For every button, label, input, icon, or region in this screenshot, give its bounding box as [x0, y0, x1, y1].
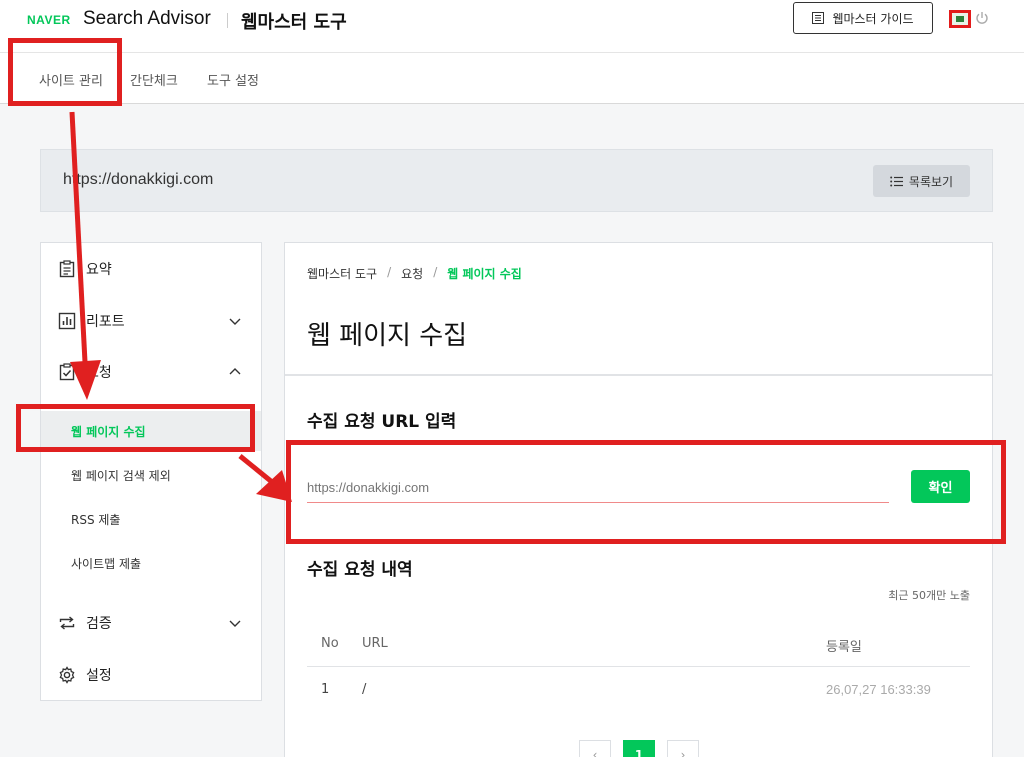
list-view-label: 목록보기 [908, 174, 954, 189]
tab-quick-check[interactable]: 간단체크 [130, 70, 178, 89]
chevron-up-icon [229, 368, 241, 375]
sidebar-item-request[interactable]: 요청 [41, 352, 261, 392]
column-header-url: URL [362, 636, 388, 651]
history-note: 최근 50개만 노출 [888, 589, 970, 602]
guide-button-label: 웹마스터 가이드 [832, 11, 914, 26]
tab-tool-settings[interactable]: 도구 설정 [207, 70, 259, 89]
breadcrumb-item[interactable]: 요청 [401, 265, 423, 282]
clipboard-check-icon [59, 363, 75, 381]
next-page-button[interactable]: › [667, 740, 699, 757]
prev-page-button[interactable]: ‹ [579, 740, 611, 757]
naver-logo[interactable]: NAVER [27, 13, 71, 27]
sidebar-item-verify[interactable]: 검증 [41, 603, 261, 643]
breadcrumb-separator: / [433, 265, 438, 279]
column-header-date: 등록일 [826, 640, 862, 655]
cell-url[interactable]: / [362, 682, 366, 697]
sidebar-item-summary[interactable]: 요약 [41, 249, 261, 289]
cell-date: 26,07,27 16:33:39 [826, 682, 931, 697]
table-row: 1 / 26,07,27 16:33:39 [307, 667, 970, 715]
sidebar-subitem-sitemap[interactable]: 사이트맵 제출 [41, 543, 261, 583]
logo-divider [227, 13, 228, 28]
sidebar-subitem-webpage-collect[interactable]: 웹 페이지 수집 [41, 411, 261, 451]
history-heading: 수집 요청 내역 [307, 560, 413, 580]
bar-chart-icon [58, 312, 76, 330]
sidebar-label-settings: 설정 [86, 668, 112, 684]
avatar-image [956, 16, 964, 22]
repeat-icon [59, 616, 75, 630]
confirm-button[interactable]: 확인 [911, 470, 970, 503]
site-url: https://donakkigi.com [63, 171, 214, 188]
url-input-heading: 수집 요청 URL 입력 [307, 412, 457, 432]
history-table: No URL 등록일 1 / 26,07,27 16:33:39 [307, 621, 970, 715]
sidebar-label-request: 요청 [86, 365, 112, 381]
collect-url-input[interactable] [307, 473, 889, 503]
page-number-button[interactable]: 1 [623, 740, 655, 757]
column-header-no: No [321, 636, 339, 651]
webmaster-guide-button[interactable]: 웹마스터 가이드 [793, 2, 933, 34]
subitem-label: RSS 제출 [71, 512, 121, 527]
chevron-down-icon [229, 620, 241, 627]
breadcrumb-item[interactable]: 웹마스터 도구 [307, 265, 377, 282]
main-panel: 웹마스터 도구 / 요청 / 웹 페이지 수집 웹 페이지 수집 수집 요청 U… [284, 242, 993, 757]
breadcrumb-separator: / [387, 265, 392, 279]
subitem-label: 사이트맵 제출 [71, 556, 142, 571]
cell-no: 1 [321, 682, 330, 697]
page-title: 웹 페이지 수집 [307, 321, 468, 351]
subitem-label: 웹 페이지 검색 제외 [71, 468, 171, 483]
top-header: NAVER Search Advisor 웹마스터 도구 웹마스터 가이드 [0, 0, 1024, 52]
pagination: ‹ 1 › [579, 740, 699, 757]
sidebar-item-report[interactable]: 리포트 [41, 301, 261, 341]
document-icon [812, 12, 825, 24]
section-divider [285, 374, 992, 376]
sidebar-subitem-webpage-exclude[interactable]: 웹 페이지 검색 제외 [41, 455, 261, 495]
power-icon[interactable] [974, 10, 990, 26]
gear-icon [59, 666, 75, 684]
search-advisor-logo[interactable]: Search Advisor [83, 8, 211, 30]
chevron-down-icon [229, 318, 241, 325]
sidebar-label-report: 리포트 [86, 314, 125, 330]
app-title[interactable]: 웹마스터 도구 [241, 8, 347, 34]
tab-site-management[interactable]: 사이트 관리 [39, 70, 103, 89]
top-nav: 사이트 관리 간단체크 도구 설정 [0, 52, 1024, 104]
site-url-bar: https://donakkigi.com 목록보기 [40, 149, 993, 212]
sidebar-subitem-rss[interactable]: RSS 제출 [41, 499, 261, 539]
breadcrumb-current: 웹 페이지 수집 [447, 267, 522, 281]
breadcrumb: 웹마스터 도구 / 요청 / 웹 페이지 수집 [307, 265, 522, 282]
avatar[interactable] [949, 10, 971, 28]
list-view-button[interactable]: 목록보기 [873, 165, 970, 197]
sidebar-item-settings[interactable]: 설정 [41, 655, 261, 695]
sidebar-label-summary: 요약 [86, 262, 112, 278]
list-icon [890, 176, 903, 186]
sidebar: 요약 리포트 요청 웹 페이지 수집 웹 페이지 검색 제외 RSS 제출 사이… [40, 242, 262, 701]
subitem-label: 웹 페이지 수집 [71, 424, 146, 439]
table-header: No URL 등록일 [307, 621, 970, 667]
sidebar-label-verify: 검증 [86, 616, 112, 632]
clipboard-icon [59, 260, 75, 278]
